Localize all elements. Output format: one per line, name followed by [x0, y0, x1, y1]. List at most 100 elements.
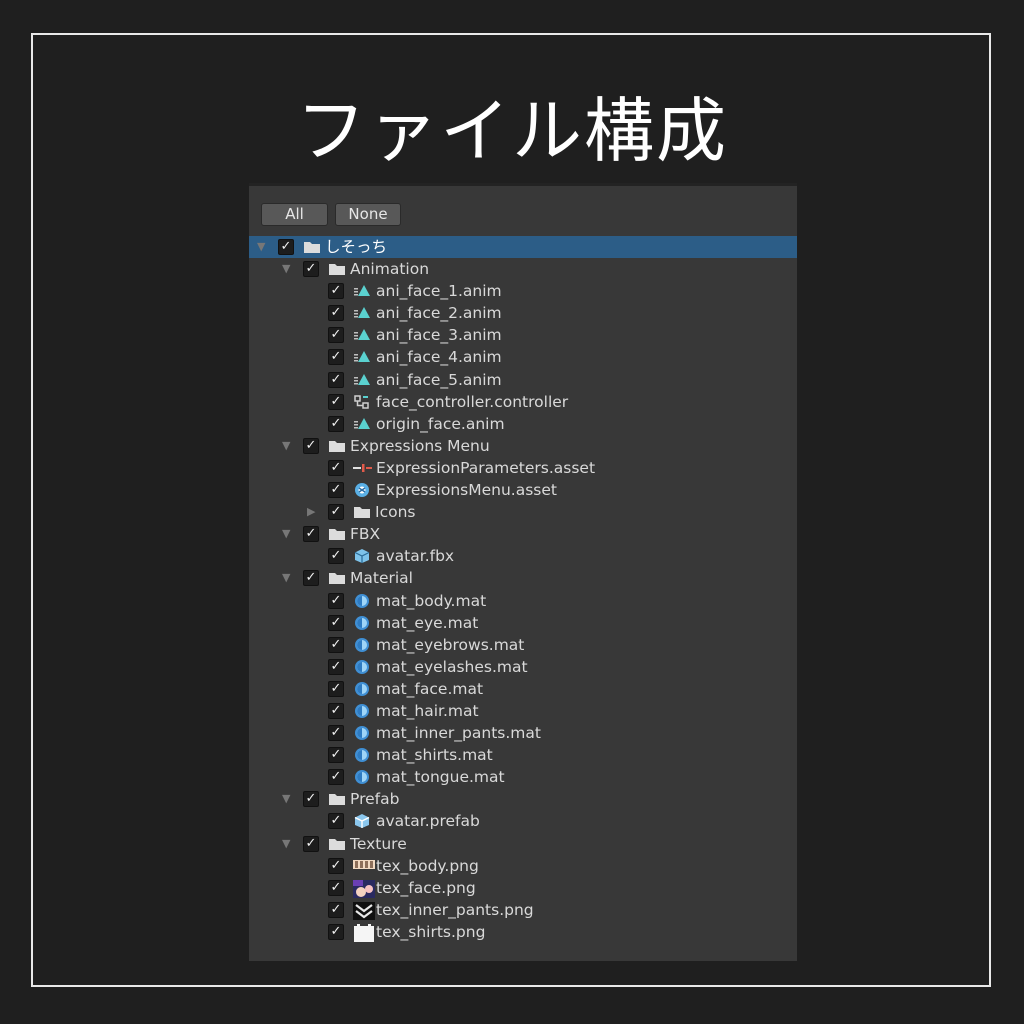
include-checkbox[interactable]: ✓: [328, 548, 344, 565]
tree-folder-row[interactable]: ▶ ✓ Icons: [249, 501, 797, 523]
tree-item-row[interactable]: ✓ tex_body.png: [249, 855, 797, 877]
tree-item-row[interactable]: ✓ mat_body.mat: [249, 590, 797, 612]
expand-arrow-down-icon[interactable]: ▼: [282, 571, 294, 585]
include-checkbox[interactable]: ✓: [303, 437, 319, 454]
animation-clip-icon: [353, 283, 371, 299]
tree-item-row[interactable]: ✓ mat_face.mat: [249, 678, 797, 700]
tree-folder-row[interactable]: ▼ ✓ Material: [249, 567, 797, 589]
include-checkbox[interactable]: ✓: [328, 415, 344, 432]
tree-item-row[interactable]: ✓ tex_shirts.png: [249, 921, 797, 943]
tree-item-label: mat_hair.mat: [376, 701, 479, 720]
tree-folder-row[interactable]: ▼ ✓ Expressions Menu: [249, 435, 797, 457]
expand-arrow-down-icon[interactable]: ▼: [282, 792, 294, 806]
tree-item-row[interactable]: ✓ ani_face_4.anim: [249, 346, 797, 368]
include-checkbox[interactable]: ✓: [328, 459, 344, 476]
select-none-button[interactable]: None: [335, 203, 401, 226]
tree-folder-row[interactable]: ▼ ✓ FBX: [249, 523, 797, 545]
include-checkbox[interactable]: ✓: [303, 526, 319, 543]
expression-parameters-icon: [353, 460, 372, 476]
tree-item-row[interactable]: ✓ mat_shirts.mat: [249, 744, 797, 766]
include-checkbox[interactable]: ✓: [328, 592, 344, 609]
expand-arrow-down-icon[interactable]: ▼: [282, 439, 294, 453]
tree-item-label: FBX: [350, 525, 381, 544]
include-checkbox[interactable]: ✓: [328, 327, 344, 344]
include-checkbox[interactable]: ✓: [328, 614, 344, 631]
expand-arrow-down-icon[interactable]: ▼: [257, 240, 269, 254]
include-checkbox[interactable]: ✓: [328, 901, 344, 918]
include-checkbox[interactable]: ✓: [328, 349, 344, 366]
tree-item-row[interactable]: ✓ face_controller.controller: [249, 391, 797, 413]
material-icon: [353, 681, 371, 697]
include-checkbox[interactable]: ✓: [328, 680, 344, 697]
tree-item-row[interactable]: ✓ mat_tongue.mat: [249, 766, 797, 788]
include-checkbox[interactable]: ✓: [328, 283, 344, 300]
tree-item-label: Texture: [350, 834, 407, 853]
model-icon: [353, 548, 371, 564]
select-all-button[interactable]: All: [261, 203, 328, 226]
tree-item-row[interactable]: ✓ origin_face.anim: [249, 413, 797, 435]
tree-item-row[interactable]: ✓ ani_face_2.anim: [249, 302, 797, 324]
include-checkbox[interactable]: ✓: [328, 482, 344, 499]
tree-item-row[interactable]: ✓ ani_face_1.anim: [249, 280, 797, 302]
expressions-menu-icon: [353, 482, 371, 498]
material-icon: [353, 703, 371, 719]
tree-item-row[interactable]: ✓ ExpressionParameters.asset: [249, 457, 797, 479]
material-icon: [353, 747, 371, 763]
tree-item-label: ExpressionParameters.asset: [376, 458, 596, 477]
include-checkbox[interactable]: ✓: [328, 636, 344, 653]
include-checkbox[interactable]: ✓: [303, 835, 319, 852]
include-checkbox[interactable]: ✓: [303, 261, 319, 278]
tree-folder-row[interactable]: ▼ ✓ Animation: [249, 258, 797, 280]
include-checkbox[interactable]: ✓: [328, 813, 344, 830]
tree-item-label: mat_shirts.mat: [376, 746, 493, 765]
tree-item-row[interactable]: ✓ ani_face_5.anim: [249, 369, 797, 391]
tree-item-row[interactable]: ✓ mat_eyelashes.mat: [249, 656, 797, 678]
tree-item-row[interactable]: ✓ avatar.fbx: [249, 545, 797, 567]
tree-item-label: しそっち: [325, 238, 388, 256]
tree-item-label: Expressions Menu: [350, 436, 490, 455]
include-checkbox[interactable]: ✓: [328, 393, 344, 410]
tree-item-row[interactable]: ✓ mat_hair.mat: [249, 700, 797, 722]
include-checkbox[interactable]: ✓: [328, 371, 344, 388]
tree-folder-row[interactable]: ▼ ✓ Texture: [249, 833, 797, 855]
include-checkbox[interactable]: ✓: [328, 504, 344, 521]
include-checkbox[interactable]: ✓: [278, 239, 294, 255]
tree-item-label: face_controller.controller: [376, 392, 569, 411]
tree-item-row[interactable]: ✓ avatar.prefab: [249, 810, 797, 832]
tree-item-row[interactable]: ✓ ExpressionsMenu.asset: [249, 479, 797, 501]
include-checkbox[interactable]: ✓: [328, 305, 344, 322]
include-checkbox[interactable]: ✓: [328, 658, 344, 675]
tree-item-row[interactable]: ✓ tex_face.png: [249, 877, 797, 899]
tree-item-label: Icons: [375, 503, 416, 522]
tree-item-row[interactable]: ✓ ani_face_3.anim: [249, 324, 797, 346]
include-checkbox[interactable]: ✓: [328, 769, 344, 786]
material-icon: [353, 659, 371, 675]
include-checkbox[interactable]: ✓: [303, 791, 319, 808]
expand-arrow-down-icon[interactable]: ▼: [282, 262, 294, 276]
page-title: ファイル構成: [296, 90, 728, 172]
animation-clip-icon: [353, 305, 371, 321]
tree-item-row[interactable]: ✓ tex_inner_pants.png: [249, 899, 797, 921]
texture-thumbnail-icon: [353, 879, 375, 898]
tree-item-row[interactable]: ✓ mat_eye.mat: [249, 612, 797, 634]
include-checkbox[interactable]: ✓: [328, 857, 344, 874]
include-checkbox[interactable]: ✓: [328, 879, 344, 896]
expand-arrow-down-icon[interactable]: ▼: [282, 837, 294, 851]
include-checkbox[interactable]: ✓: [328, 747, 344, 764]
asset-tree: ▼ ✓ しそっち ▼ ✓ Animation ✓ ani_face_1.anim ✓ ani_fa…: [249, 236, 797, 943]
tree-item-label: tex_body.png: [376, 856, 479, 875]
tree-item-row[interactable]: ✓ mat_inner_pants.mat: [249, 722, 797, 744]
folder-icon: [328, 570, 346, 586]
include-checkbox[interactable]: ✓: [328, 923, 344, 940]
include-checkbox[interactable]: ✓: [303, 570, 319, 587]
expand-arrow-down-icon[interactable]: ▼: [282, 527, 294, 541]
material-icon: [353, 769, 371, 785]
tree-folder-row[interactable]: ▼ ✓ しそっち: [249, 236, 797, 259]
texture-thumbnail-icon: [353, 923, 374, 942]
tree-folder-row[interactable]: ▼ ✓ Prefab: [249, 788, 797, 810]
include-checkbox[interactable]: ✓: [328, 725, 344, 742]
include-checkbox[interactable]: ✓: [328, 702, 344, 719]
tree-item-row[interactable]: ✓ mat_eyebrows.mat: [249, 634, 797, 656]
folder-icon: [303, 239, 321, 255]
expand-arrow-right-icon[interactable]: ▶: [307, 505, 319, 519]
